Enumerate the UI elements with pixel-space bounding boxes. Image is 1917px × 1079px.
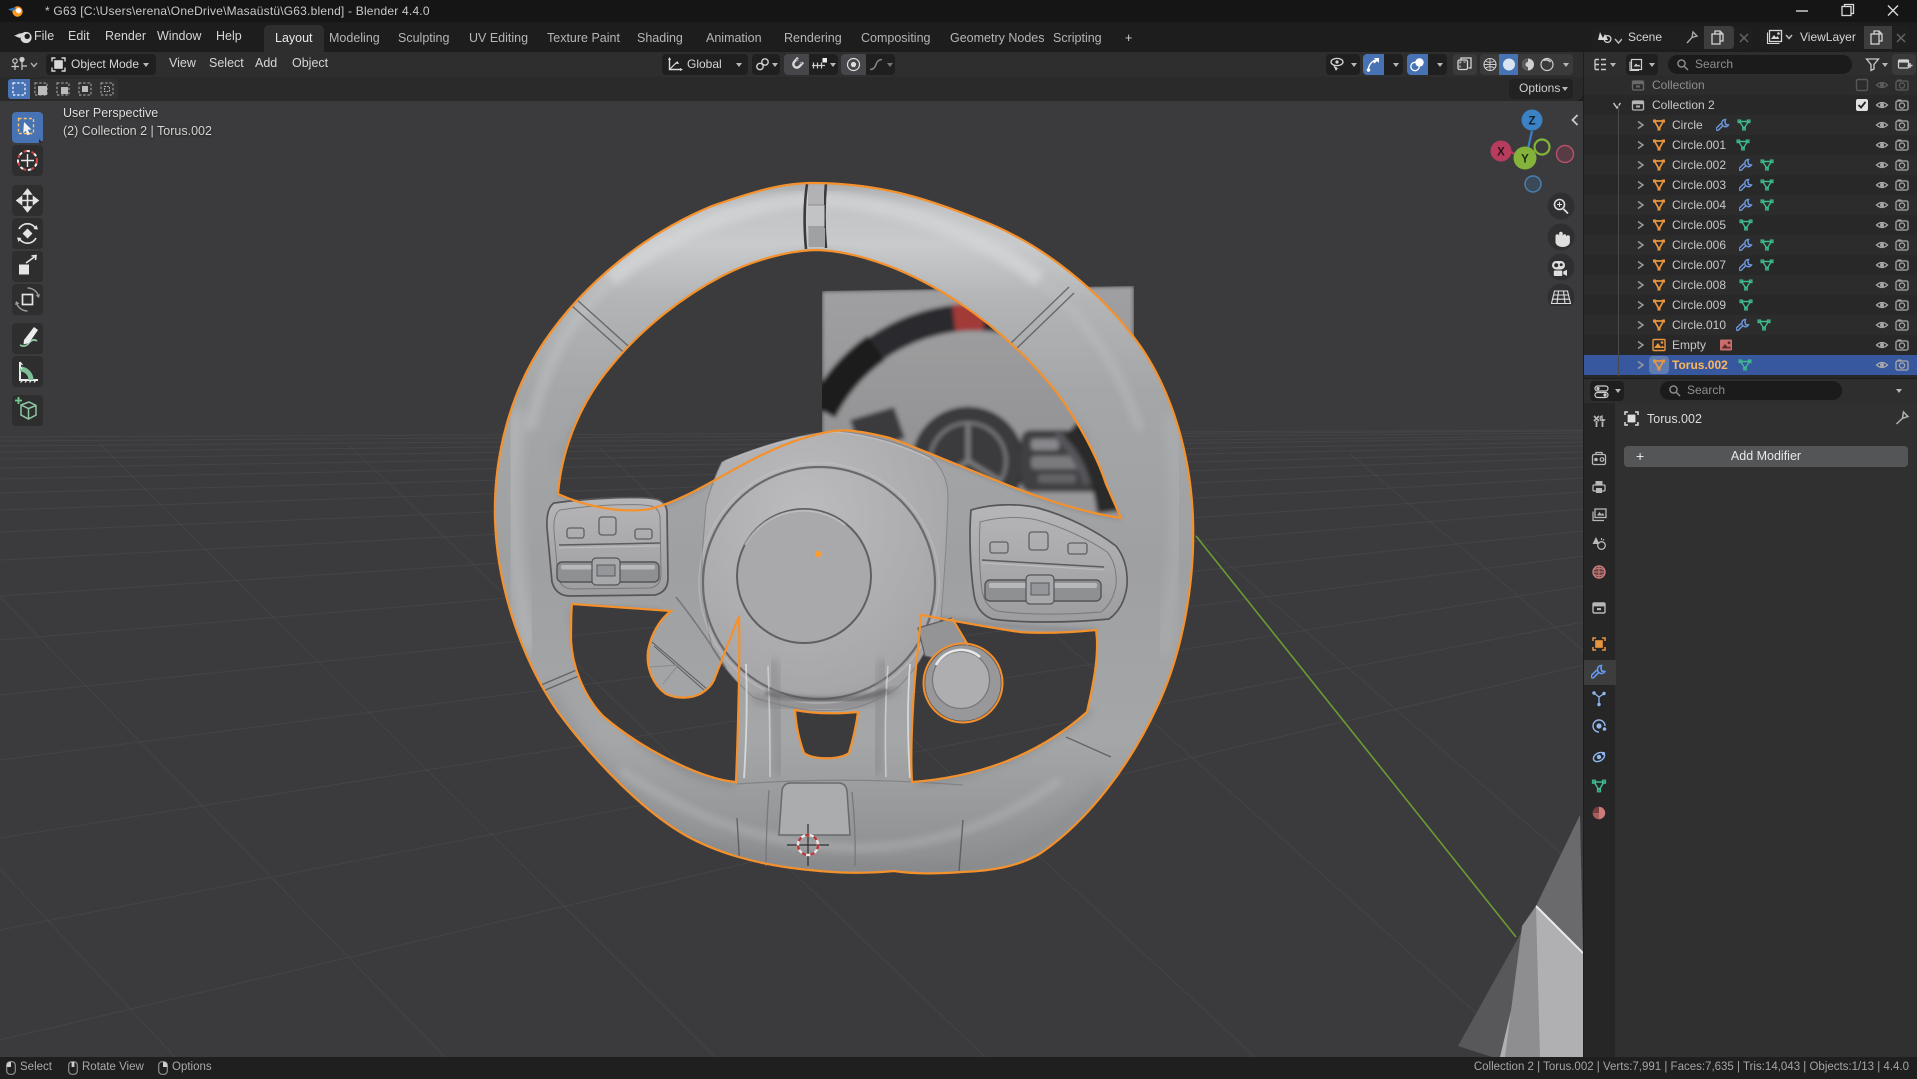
svg-text:X: X [1497,147,1505,159]
svg-text:Z: Z [1528,116,1535,128]
svg-text:Y: Y [1521,154,1529,166]
